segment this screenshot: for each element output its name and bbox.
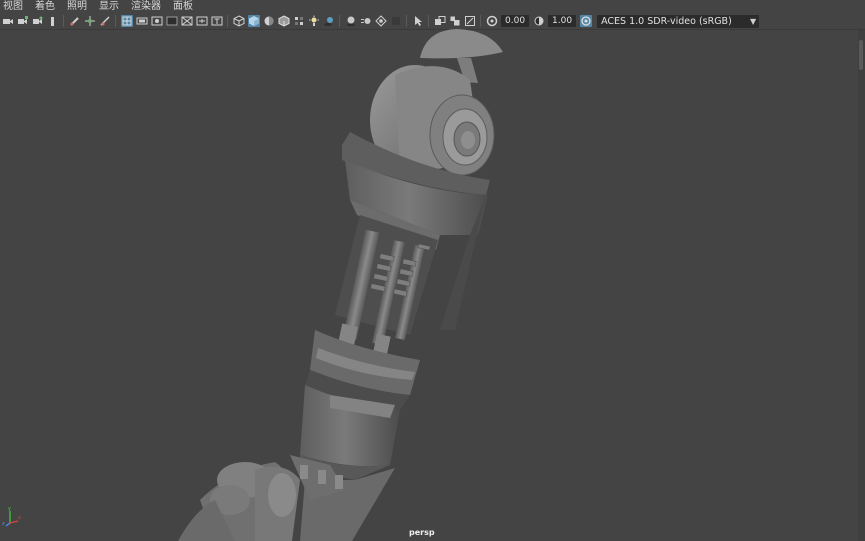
grease-pencil-icon[interactable] [69, 15, 81, 27]
multisample-aa-icon[interactable] [374, 15, 387, 27]
grid-icon[interactable] [120, 15, 133, 27]
axis-y-label: y [8, 506, 11, 512]
viewport-scrollbar[interactable] [858, 30, 865, 541]
camera-bookmark-icon[interactable] [32, 15, 44, 27]
xray-icon[interactable] [412, 15, 424, 27]
toolbar-separator [480, 15, 481, 27]
camera-attributes-icon[interactable] [17, 15, 29, 27]
axis-x-line [9, 520, 19, 524]
viewport-scrollbar-thumb[interactable] [859, 40, 863, 70]
wireframe-icon[interactable] [233, 15, 245, 27]
axis-x-label: x [18, 515, 21, 521]
isolate-select-icon[interactable] [464, 15, 476, 27]
axis-z-label: z [2, 521, 5, 527]
toolbar-separator [63, 15, 64, 27]
motion-blur-icon[interactable] [360, 15, 372, 27]
toolbar-separator [227, 15, 228, 27]
viewport-menu-bar: 视图 着色 照明 显示 渲染器 面板 [0, 0, 865, 13]
smooth-shade-icon[interactable] [247, 15, 260, 27]
axis-gizmo-icon: y x z [2, 506, 21, 527]
piston-assembly [335, 215, 438, 355]
camera-icon[interactable] [2, 15, 14, 27]
field-chart-icon[interactable] [181, 15, 193, 27]
use-lights-icon[interactable] [308, 15, 320, 27]
menu-panels[interactable]: 面板 [169, 0, 197, 13]
menu-view[interactable]: 视图 [0, 0, 27, 13]
color-space-label: ACES 1.0 SDR-video (sRGB) [601, 15, 732, 27]
exposure-field[interactable]: 0.00 [501, 15, 530, 27]
safe-title-icon[interactable] [211, 15, 223, 27]
menu-renderer[interactable]: 渲染器 [127, 0, 165, 13]
chevron-down-icon[interactable]: ▼ [747, 15, 759, 28]
isolate-icon[interactable] [99, 15, 111, 27]
axis-z-line [5, 522, 11, 527]
toolbar-separator [115, 15, 116, 27]
color-management-icon[interactable] [579, 15, 592, 27]
wireframe-on-shaded-icon[interactable] [278, 15, 290, 27]
camera-name-label: persp [409, 528, 435, 537]
safe-action-icon[interactable] [196, 15, 208, 27]
default-material-icon[interactable] [263, 15, 275, 27]
two-d-pan-zoom-icon[interactable] [84, 15, 96, 27]
screen-space-ao-icon[interactable] [345, 15, 357, 27]
gamma-icon[interactable] [533, 15, 545, 27]
menu-lighting[interactable]: 照明 [63, 0, 91, 13]
depth-of-field-icon[interactable] [390, 15, 402, 27]
toolbar-separator [339, 15, 340, 27]
shadows-icon[interactable] [323, 15, 335, 27]
xray-joints-icon[interactable] [434, 15, 446, 27]
toolbar-separator [406, 15, 407, 27]
gate-mask-icon[interactable] [166, 15, 178, 27]
viewport-toolbar: 0.00 1.00 ACES 1.0 SDR-video (sRGB) ▼ [0, 13, 865, 30]
viewport-3d[interactable] [0, 29, 865, 541]
top-dome [420, 29, 503, 59]
film-gate-icon[interactable] [136, 15, 148, 27]
resolution-gate-icon[interactable] [151, 15, 163, 27]
menu-shading[interactable]: 着色 [31, 0, 59, 13]
exposure-icon[interactable] [486, 15, 498, 27]
robot-arm-model [178, 29, 503, 541]
backface-culling-icon[interactable] [449, 15, 461, 27]
textured-icon[interactable] [293, 15, 305, 27]
image-plane-icon[interactable] [47, 15, 59, 27]
gamma-field[interactable]: 1.00 [548, 15, 577, 27]
menu-show[interactable]: 显示 [95, 0, 123, 13]
color-space-dropdown[interactable]: ACES 1.0 SDR-video (sRGB) ▼ [597, 14, 760, 28]
toolbar-separator [428, 15, 429, 27]
